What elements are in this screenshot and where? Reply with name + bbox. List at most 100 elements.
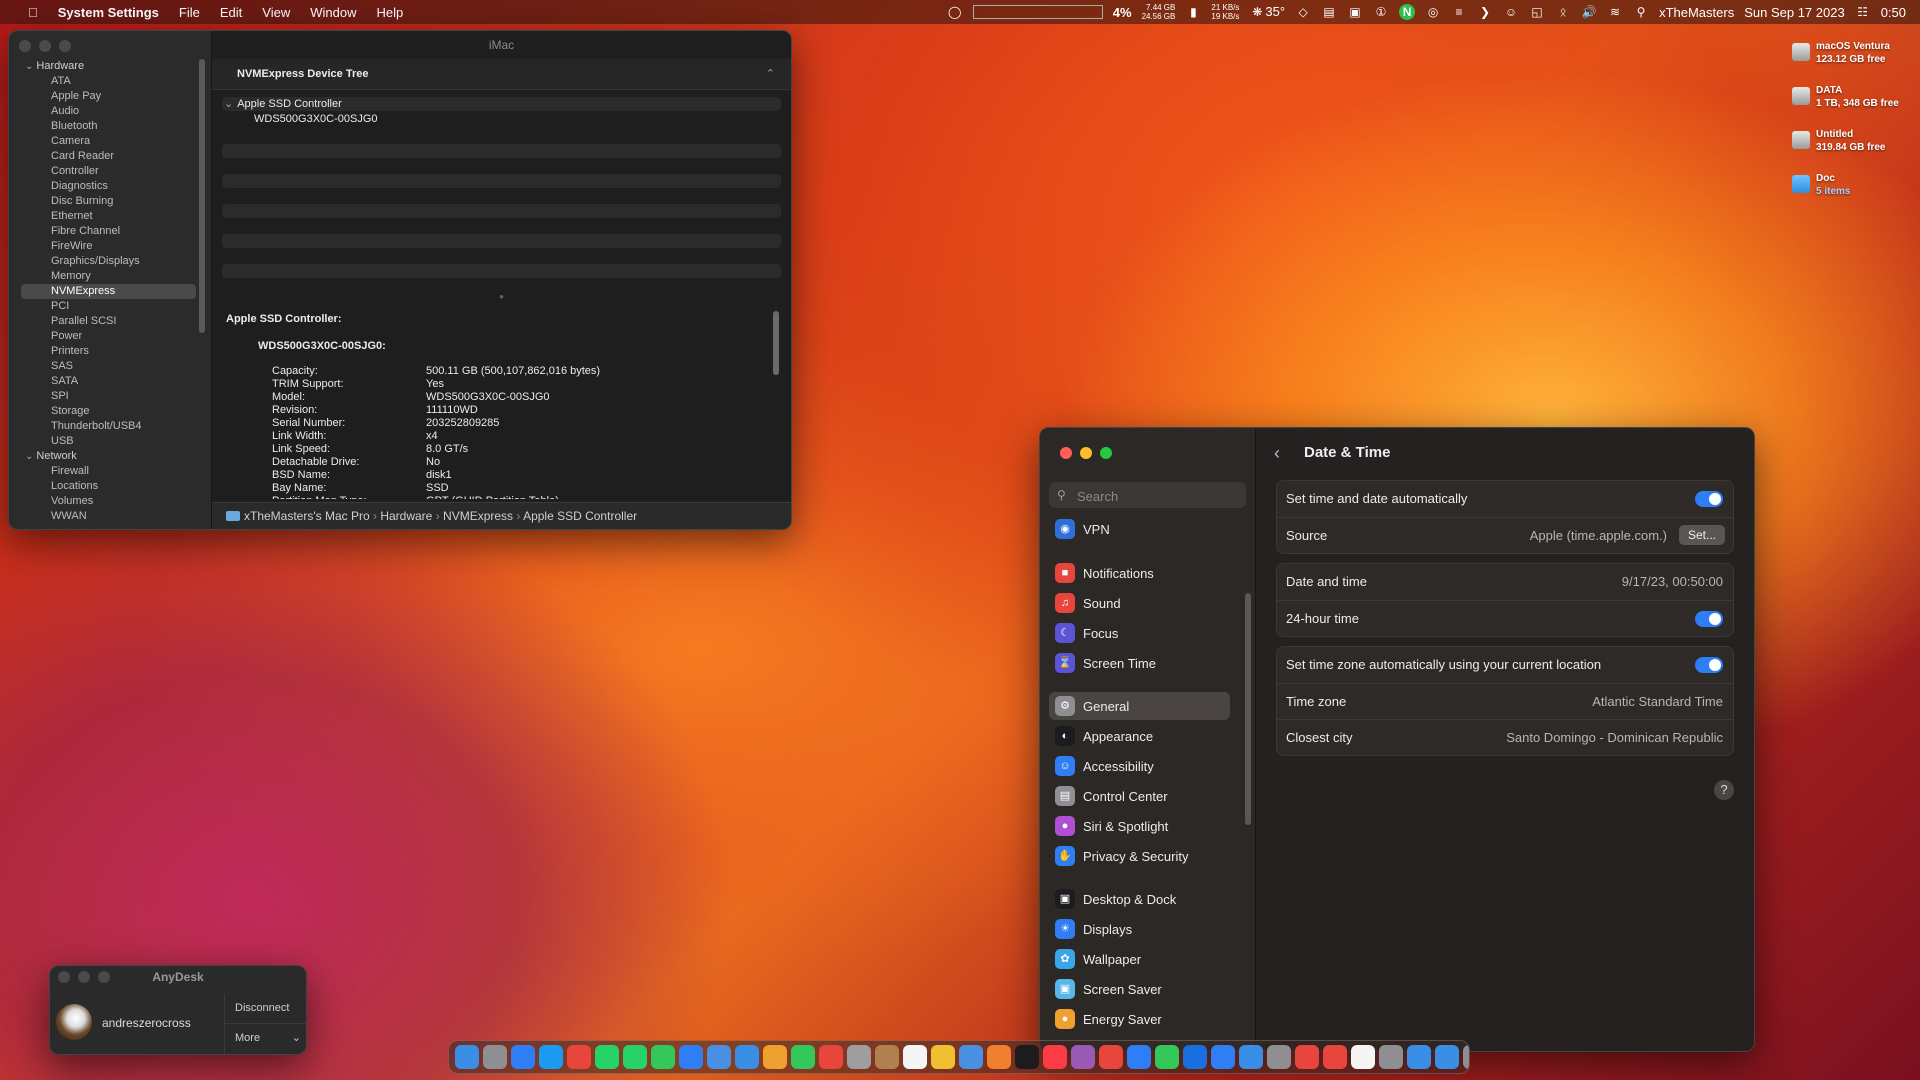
sidebar-item[interactable]: Locations [21, 479, 196, 494]
sidebar-item[interactable]: Memory [21, 269, 196, 284]
menu-window[interactable]: Window [300, 5, 366, 20]
desktop-disk-macos[interactable]: macOS Ventura 123.12 GB free [1792, 40, 1906, 66]
sidebar-item[interactable]: Disc Burning [21, 194, 196, 209]
cpu-graph-icon[interactable] [972, 5, 1103, 19]
sidebar-item[interactable]: Firewall [21, 464, 196, 479]
sidebar-item-siri-spotlight[interactable]: ● Siri & Spotlight [1049, 812, 1230, 840]
sidebar-item-sound[interactable]: ♫ Sound [1049, 589, 1230, 617]
sidebar-item[interactable]: Diagnostics [21, 179, 196, 194]
sidebar-item[interactable]: SATA [21, 374, 196, 389]
dock-app-icon[interactable] [1127, 1045, 1151, 1069]
hour24-toggle[interactable] [1695, 611, 1723, 627]
sidebar-item-energy-saver[interactable]: ● Energy Saver [1049, 1005, 1230, 1033]
sidebar-item[interactable]: Storage [21, 404, 196, 419]
detail-scrollbar[interactable] [773, 311, 779, 375]
sidebar-item-screen-time[interactable]: ⌛ Screen Time [1049, 649, 1230, 677]
disclosure-icon[interactable]: ⌄ [224, 98, 233, 110]
desktop-disk-data[interactable]: DATA 1 TB, 348 GB free [1792, 84, 1906, 110]
sidebar-item[interactable]: Volumes [21, 494, 196, 509]
dock-app-icon[interactable] [679, 1045, 703, 1069]
one-password-icon[interactable]: ① [1373, 4, 1389, 20]
sidebar-item-screen-saver[interactable]: ▣ Screen Saver [1049, 975, 1230, 1003]
menu-time[interactable]: 0:50 [1881, 5, 1906, 20]
dock-app-icon[interactable] [1183, 1045, 1207, 1069]
sidebar-item[interactable]: Bluetooth [21, 119, 196, 134]
creative-cloud-icon[interactable]: ◯ [947, 4, 963, 20]
dock-app-icon[interactable] [819, 1045, 843, 1069]
n-app-icon[interactable]: N [1399, 4, 1416, 20]
zoom-button[interactable] [1100, 447, 1112, 459]
memory-stats[interactable]: 7.44 GB 24.56 GB [1142, 3, 1176, 21]
diamond-icon[interactable]: ◇ [1295, 4, 1311, 20]
device-tree-header[interactable]: NVMExpress Device Tree ⌃ [212, 59, 791, 90]
dock-app-icon[interactable] [1463, 1045, 1469, 1069]
dock-app-icon[interactable] [539, 1045, 563, 1069]
sidebar-item-focus[interactable]: ☾ Focus [1049, 619, 1230, 647]
dock-app-icon[interactable] [931, 1045, 955, 1069]
dock-app-icon[interactable] [567, 1045, 591, 1069]
sidebar-item[interactable]: WWAN [21, 509, 196, 524]
dock-app-icon[interactable] [1267, 1045, 1291, 1069]
sidebar-item-wallpaper[interactable]: ✿ Wallpaper [1049, 945, 1230, 973]
sidebar-scrollbar[interactable] [199, 59, 205, 333]
sidebar-group[interactable]: Hardware [21, 59, 196, 74]
dock-app-icon[interactable] [903, 1045, 927, 1069]
sidebar-item[interactable]: Graphics/Displays [21, 254, 196, 269]
face-icon[interactable]: ☺ [1503, 4, 1519, 20]
control-center-icon[interactable]: ☷ [1855, 4, 1871, 20]
sidebar-item[interactable]: PCI [21, 299, 196, 314]
more-button[interactable]: More ⌄ [225, 1023, 306, 1053]
sidebar-item[interactable]: Fibre Channel [21, 224, 196, 239]
sidebar-item-control-center[interactable]: ▤ Control Center [1049, 782, 1230, 810]
dock-app-icon[interactable] [791, 1045, 815, 1069]
dock-app-icon[interactable] [1239, 1045, 1263, 1069]
dock-app-icon[interactable] [1435, 1045, 1459, 1069]
sidebar-item[interactable]: Audio [21, 104, 196, 119]
zoom-button[interactable] [59, 40, 71, 52]
breadcrumb-item[interactable]: Hardware [380, 509, 432, 523]
chevron-up-icon[interactable]: ⌃ [766, 59, 775, 89]
back-chevron-icon[interactable]: ‹ [1274, 428, 1280, 478]
sidebar-item[interactable]: Apple Pay [21, 89, 196, 104]
cpu-percent[interactable]: 4% [1113, 5, 1132, 20]
temperature[interactable]: ❋ 35° [1249, 4, 1285, 20]
search-input[interactable] [1075, 486, 1239, 506]
menu-date[interactable]: Sun Sep 17 2023 [1744, 5, 1844, 20]
sidebar-item[interactable]: FireWire [21, 239, 196, 254]
dock-app-icon[interactable] [511, 1045, 535, 1069]
apple-menu-icon[interactable]:  [18, 5, 48, 20]
user-name[interactable]: xTheMasters [1659, 5, 1734, 20]
sidebar-scrollbar[interactable] [1245, 593, 1251, 825]
sidebar-item[interactable]: Printers [21, 344, 196, 359]
display-icon[interactable]: ▤ [1321, 4, 1337, 20]
sidebar-item[interactable]: Controller [21, 164, 196, 179]
sidebar-item[interactable]: SPI [21, 389, 196, 404]
dock-app-icon[interactable] [1015, 1045, 1039, 1069]
dock-app-icon[interactable] [1323, 1045, 1347, 1069]
dock-app-icon[interactable] [763, 1045, 787, 1069]
dock-app-icon[interactable] [1379, 1045, 1403, 1069]
stack-icon[interactable]: ≡ [1451, 4, 1467, 20]
menu-edit[interactable]: Edit [210, 5, 252, 20]
sidebar-item[interactable]: Power [21, 329, 196, 344]
breadcrumb-item[interactable]: Apple SSD Controller [523, 509, 637, 523]
dock-app-icon[interactable] [1295, 1045, 1319, 1069]
wifi-icon[interactable]: ≋ [1607, 4, 1623, 20]
window-icon[interactable]: ◱ [1529, 4, 1545, 20]
desktop-disk-untitled[interactable]: Untitled 319.84 GB free [1792, 128, 1906, 154]
dock-app-icon[interactable] [595, 1045, 619, 1069]
sidebar-item[interactable]: Thunderbolt/USB4 [21, 419, 196, 434]
sidebar-item-displays[interactable]: ☀ Displays [1049, 915, 1230, 943]
dock-app-icon[interactable] [1043, 1045, 1067, 1069]
sidebar-item[interactable]: Ethernet [21, 209, 196, 224]
help-button[interactable]: ? [1714, 780, 1734, 800]
breadcrumb-item[interactable]: xTheMasters's Mac Pro [244, 509, 370, 523]
sidebar-item[interactable]: Camera [21, 134, 196, 149]
dock-app-icon[interactable] [1071, 1045, 1095, 1069]
dock-app-icon[interactable] [455, 1045, 479, 1069]
tree-row-controller[interactable]: ⌄ Apple SSD Controller [222, 97, 781, 111]
dock-app-icon[interactable] [735, 1045, 759, 1069]
dock-app-icon[interactable] [847, 1045, 871, 1069]
sidebar-item[interactable]: Parallel SCSI [21, 314, 196, 329]
menu-file[interactable]: File [169, 5, 210, 20]
